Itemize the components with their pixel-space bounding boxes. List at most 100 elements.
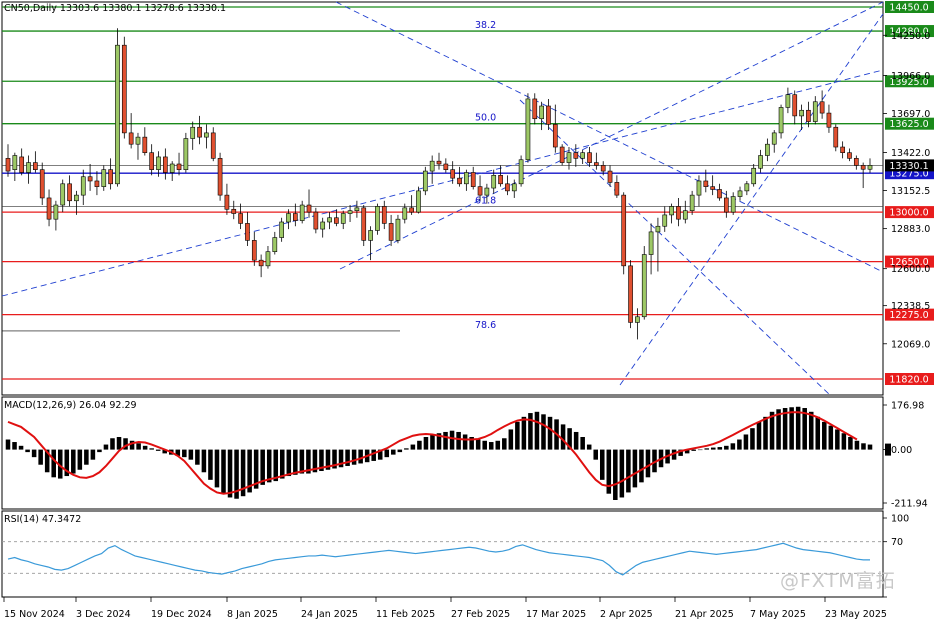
candle-body xyxy=(388,223,394,241)
macd-histogram-bar xyxy=(528,413,533,450)
time-tick-label: 2 Apr 2025 xyxy=(600,609,653,620)
macd-histogram-bar xyxy=(560,424,566,450)
macd-histogram-bar xyxy=(449,430,455,450)
macd-histogram-bar xyxy=(227,449,233,498)
macd-histogram-bar xyxy=(462,434,468,450)
macd-histogram-bar xyxy=(155,449,161,451)
candle-body xyxy=(614,182,620,196)
macd-histogram-bar xyxy=(867,444,873,450)
candle-body xyxy=(416,190,421,213)
trendline xyxy=(339,1,884,270)
macd-histogram-bar xyxy=(515,421,520,450)
candle-body xyxy=(251,240,257,261)
candle-body xyxy=(46,197,52,220)
candle-body xyxy=(778,107,784,134)
candle-body xyxy=(101,169,107,187)
candle-body xyxy=(26,162,31,173)
candle-body xyxy=(484,187,490,196)
candle-body xyxy=(265,251,271,267)
macd-histogram-bar xyxy=(25,449,30,453)
horizontal-levels: 14450.014280.013925.013625.013275.013000… xyxy=(2,1,934,386)
candle-body xyxy=(580,152,586,159)
macd-histogram-bar xyxy=(84,449,89,465)
candle-body xyxy=(108,169,113,185)
macd-histogram-bar xyxy=(475,439,481,450)
macd-histogram-bar xyxy=(443,431,448,450)
time-tick-label: 27 Feb 2025 xyxy=(451,609,510,620)
candle-body xyxy=(792,94,798,117)
watermark-logo: @FXTM富拓 xyxy=(780,570,896,592)
candle-body xyxy=(286,213,291,223)
macd-indicator: 176.98 0.00 -211.94 xyxy=(5,401,928,510)
macd-histogram-bar xyxy=(599,449,605,480)
macd-histogram-bar xyxy=(103,444,109,450)
candle-body xyxy=(628,265,633,323)
candle-body xyxy=(498,175,503,185)
candle-body xyxy=(402,207,408,220)
candle-body xyxy=(717,189,722,199)
candle-body xyxy=(819,101,825,114)
candle-body xyxy=(812,101,818,122)
candle-body xyxy=(552,124,558,148)
candle-body xyxy=(299,204,305,221)
price-tick-label: 13152.5 xyxy=(891,186,930,197)
time-tick-label: 8 Jan 2025 xyxy=(227,609,278,620)
candle-body xyxy=(354,207,360,211)
current-price-label: 13330.1 xyxy=(889,161,928,172)
macd-histogram-bar xyxy=(221,449,226,494)
candle-body xyxy=(94,180,100,187)
candle-body xyxy=(573,152,579,159)
candle-body xyxy=(853,158,859,166)
candle-body xyxy=(231,208,237,214)
macd-histogram-bar xyxy=(417,440,422,450)
candle-body xyxy=(292,213,298,221)
candle-body xyxy=(470,172,476,187)
macd-histogram-bar xyxy=(77,449,83,470)
macd-zero-marker xyxy=(885,443,891,456)
fib-label: 50.0 xyxy=(475,113,496,124)
candle-body xyxy=(279,221,284,238)
macd-histogram-bar xyxy=(730,443,736,450)
time-tick-label: 11 Feb 2025 xyxy=(376,609,435,620)
macd-histogram-bar xyxy=(397,449,403,453)
macd-histogram-bar xyxy=(737,439,742,450)
candle-body xyxy=(443,163,449,170)
candle-body xyxy=(210,132,216,159)
macd-histogram-bar xyxy=(756,421,762,450)
time-tick-label: 3 Dec 2024 xyxy=(76,609,131,620)
candle-body xyxy=(744,183,750,192)
macd-histogram-bar xyxy=(208,449,213,480)
candle-body xyxy=(115,44,120,185)
candle-body xyxy=(723,197,729,213)
candle-body xyxy=(607,170,613,183)
candle-body xyxy=(429,160,435,172)
macd-title: MACD(12,26,9) 26.04 92.29 xyxy=(4,400,137,411)
candle-body xyxy=(368,230,373,241)
candle-body xyxy=(39,169,45,199)
macd-histogram-bar xyxy=(266,449,272,483)
candle-body xyxy=(621,194,627,267)
macd-histogram-bar xyxy=(495,440,501,450)
candle-body xyxy=(655,225,661,233)
candle-body xyxy=(785,94,791,108)
price-tick-label: 13697.0 xyxy=(891,109,930,120)
macd-histogram-bar xyxy=(404,448,409,450)
price-tick-label: 12883.0 xyxy=(891,224,930,235)
macd-tick-label: 176.98 xyxy=(891,401,924,412)
candle-body xyxy=(197,126,202,138)
candle-body xyxy=(594,162,599,166)
macd-histogram-bar xyxy=(632,449,638,488)
macd-histogram-bar xyxy=(613,449,618,500)
candle-body xyxy=(258,259,264,267)
chart-title: CN50,Daily 13303.6 13380.1 13278.6 13330… xyxy=(4,3,227,14)
macd-histogram-bar xyxy=(358,449,363,464)
macd-histogram-bar xyxy=(38,449,43,465)
macd-histogram-bar xyxy=(697,449,703,451)
candle-body xyxy=(313,211,319,230)
candle-body xyxy=(696,180,702,196)
macd-histogram-bar xyxy=(142,445,148,450)
macd-histogram-bar xyxy=(822,421,827,450)
macd-histogram-bar xyxy=(717,447,723,450)
candle-body xyxy=(730,196,736,213)
candle-body xyxy=(676,206,681,220)
